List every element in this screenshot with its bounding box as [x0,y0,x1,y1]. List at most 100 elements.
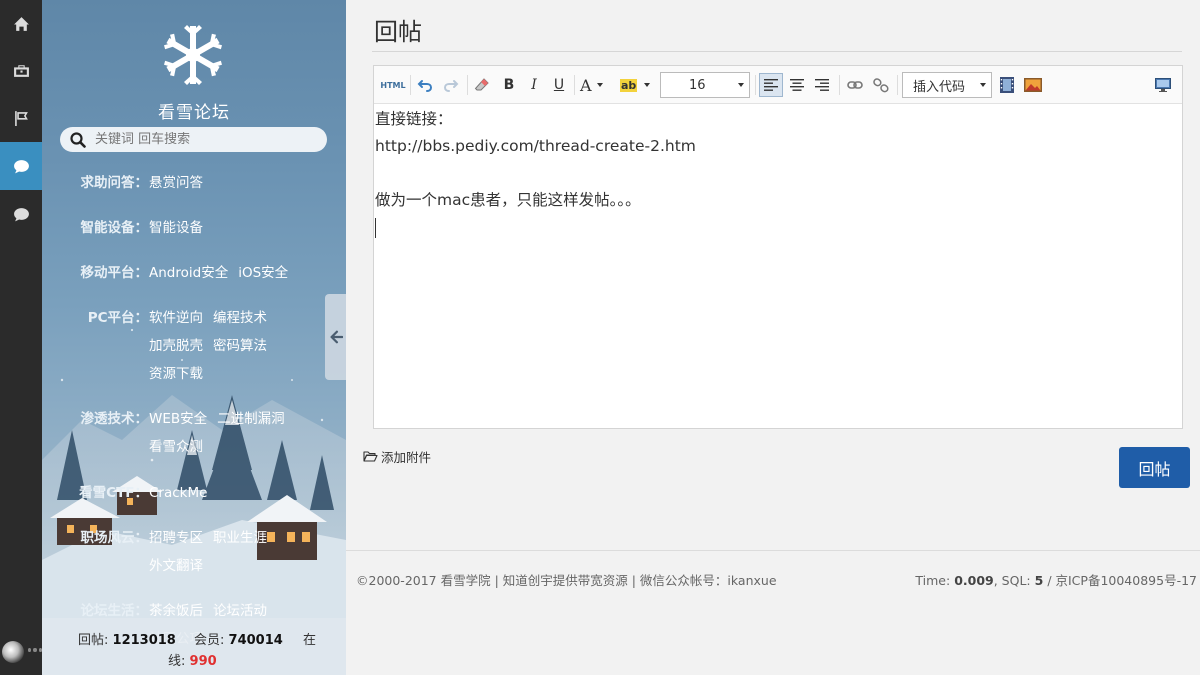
add-attachment-label: 添加附件 [381,450,432,465]
page-title: 回帖 [374,18,422,46]
category-label: 论坛生活： [80,603,149,619]
site-name[interactable]: 看雪论坛 [42,98,346,123]
category-label: PC平台： [87,310,148,326]
forum-link[interactable]: 外文翻译 [149,552,203,580]
forum-link[interactable]: 密码算法 [213,332,267,360]
eraser-button[interactable] [471,73,493,97]
category-links: WEB安全 二进制漏洞看雪众测 [149,405,339,461]
site-logo[interactable] [160,22,226,88]
search-box[interactable] [60,127,327,152]
insert-code-select[interactable]: 插入代码 [902,72,992,98]
bold-button[interactable]: B [498,73,520,97]
insert-video-button[interactable] [997,73,1017,97]
add-attachment-link[interactable]: 添加附件 [363,447,431,466]
fullscreen-button[interactable] [1152,73,1174,97]
footer-stats: Time: 0.009, SQL: 5 / 京ICP备10040895号-17 [915,570,1197,589]
forum-link[interactable]: 软件逆向 [149,304,203,332]
content-line [375,160,1182,187]
posts-label: 回帖: [78,633,109,648]
content-line: 做为一个mac患者，只能这样发帖。。。 [375,191,641,209]
unlink-icon [873,78,889,93]
members-label: 会员: [194,633,225,648]
redo-icon [443,80,459,92]
online-label-a: 在 [302,633,316,648]
align-left-button[interactable] [759,73,783,97]
chevron-down-icon [738,83,744,87]
members-count: 740014 [228,633,283,648]
more-icon[interactable] [28,648,42,652]
font-color-label: A [580,75,592,95]
font-color-button[interactable]: A [580,73,614,97]
online-count: 990 [189,654,217,669]
footer-divider [346,550,1200,551]
search-icon [70,131,86,148]
rail-item-briefcase[interactable] [0,46,42,94]
forum-link[interactable]: 智能设备 [149,214,203,242]
footer-copyright: ©2000-2017 看雪学院 | 知道创宇提供带宽资源 | 微信公众帐号：ik… [356,573,777,588]
forum-link[interactable]: WEB安全 [149,405,207,433]
forum-link[interactable]: 职业生涯 [213,524,267,552]
editor-toolbar: HTML B I U A ab 16 插入代码 [374,66,1182,104]
time-label: Time: [915,573,951,588]
sidebar: 看雪论坛 求助问答：悬赏问答智能设备：智能设备移动平台：Android安全 iOS… [42,0,346,675]
undo-button[interactable] [414,73,436,97]
eraser-icon [474,78,489,91]
align-right-icon [815,79,829,91]
font-size-value: 16 [689,77,706,93]
chat-icon [13,159,29,173]
insert-image-button[interactable] [1022,73,1044,97]
forum-link[interactable]: iOS安全 [238,259,288,287]
sql-value: 5 [1034,573,1044,588]
collapse-sidebar-button[interactable] [325,294,346,380]
category-links: Android安全 iOS安全 [149,259,339,287]
html-source-button[interactable]: HTML [380,73,406,97]
category-label: 移动平台： [80,265,149,281]
rail-item-flag[interactable] [0,94,42,142]
text-cursor-line [375,214,1182,241]
rail-item-chat[interactable] [0,142,42,190]
rail-item-comment[interactable] [0,190,42,238]
title-divider [372,51,1182,52]
editor-content[interactable]: 直接链接： http://bbs.pediy.com/thread-create… [374,106,1182,241]
forum-link[interactable]: 看雪众测 [149,433,203,461]
category-links: 软件逆向 编程技术加壳脱壳 密码算法资源下载 [149,304,339,388]
posts-count: 1213018 [112,633,176,648]
category-label: 渗透技术： [80,411,149,427]
underline-button[interactable]: U [548,73,570,97]
film-icon [1000,77,1014,93]
submit-reply-button[interactable]: 回帖 [1119,447,1190,488]
link-icon [847,81,863,89]
forum-link[interactable]: CrackMe [149,479,207,507]
content-line: 直接链接： [375,110,453,128]
user-avatar[interactable] [2,641,24,663]
forum-link[interactable]: 二进制漏洞 [217,405,285,433]
category-label: 职场风云： [80,530,149,546]
redo-button[interactable] [440,73,462,97]
forum-link[interactable]: 招聘专区 [149,524,203,552]
forum-link[interactable]: 悬赏问答 [149,169,203,197]
unlink-button[interactable] [870,73,892,97]
home-icon [13,16,29,31]
forum-link[interactable]: 资源下载 [149,360,203,388]
highlight-button[interactable]: ab [620,73,656,97]
font-size-select[interactable]: 16 [660,72,750,98]
chevron-down-icon [596,83,603,87]
category-links: 悬赏问答 [149,169,339,197]
insert-code-label: 插入代码 [913,79,966,95]
forum-link[interactable]: 编程技术 [213,304,267,332]
forum-link[interactable]: Android安全 [149,259,228,287]
rail-item-home[interactable] [0,0,42,48]
align-center-button[interactable] [786,73,808,97]
forum-link[interactable]: 加壳脱壳 [149,332,203,360]
category-links: 智能设备 [149,214,339,242]
folder-open-icon [363,451,378,462]
sql-label: , SQL: [993,573,1031,588]
align-right-button[interactable] [811,73,833,97]
flag-icon [14,110,28,126]
chevron-down-icon [980,83,986,87]
rich-text-editor: HTML B I U A ab 16 插入代码 直接链接： http://bbs… [373,65,1183,429]
italic-button[interactable]: I [523,73,545,97]
search-input[interactable] [95,132,305,147]
align-left-icon [764,79,778,91]
link-button[interactable] [844,73,866,97]
